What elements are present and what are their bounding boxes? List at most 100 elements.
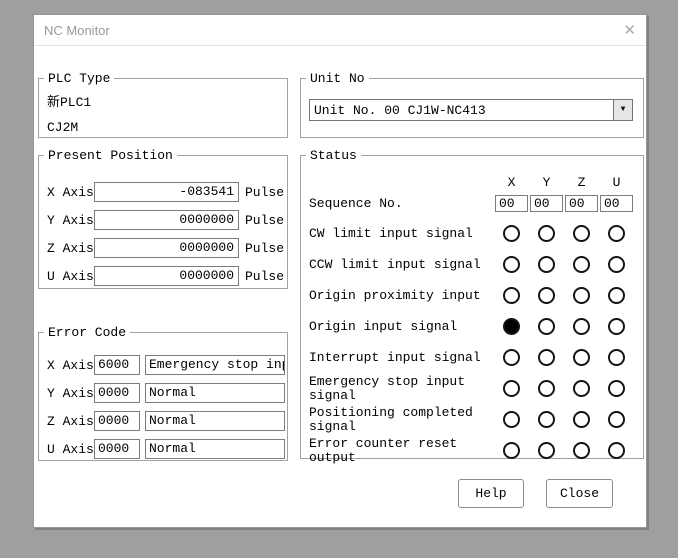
present-position-group: Present Position X Axis -083541 Pulse Y … bbox=[38, 148, 288, 289]
sequence-value-field: 00 bbox=[530, 195, 563, 212]
status-dot bbox=[503, 442, 520, 459]
error-desc-field: Normal bbox=[145, 383, 285, 403]
status-dot bbox=[573, 256, 590, 273]
status-dot bbox=[573, 442, 590, 459]
error-code-field: 0000 bbox=[94, 411, 140, 431]
status-signal-row: Emergency stop input signal bbox=[309, 373, 643, 404]
dropdown-button[interactable]: ▼ bbox=[613, 100, 632, 120]
axis-label: U Axis bbox=[47, 269, 94, 284]
help-button[interactable]: Help bbox=[458, 479, 524, 508]
error-desc-field: Normal bbox=[145, 411, 285, 431]
status-dot bbox=[503, 318, 520, 335]
position-value-field: 0000000 bbox=[94, 210, 239, 230]
error-desc-field: Normal bbox=[145, 439, 285, 459]
status-signal-row: Interrupt input signal bbox=[309, 342, 643, 373]
error-code-field: 6000 bbox=[94, 355, 140, 375]
sequence-row: Sequence No. 00 00 00 00 bbox=[309, 193, 643, 213]
unit-label: Pulse bbox=[245, 185, 284, 200]
error-row-u: U Axis 0000 Normal bbox=[47, 439, 287, 459]
status-dot bbox=[538, 349, 555, 366]
plc-model: CJ2M bbox=[47, 115, 287, 140]
position-value-field: 0000000 bbox=[94, 266, 239, 286]
status-dot bbox=[503, 225, 520, 242]
error-code-legend: Error Code bbox=[44, 325, 130, 340]
status-dot bbox=[503, 287, 520, 304]
plc-name: 新PLC1 bbox=[47, 90, 287, 115]
window-title: NC Monitor bbox=[44, 23, 110, 38]
unit-no-legend: Unit No bbox=[306, 71, 369, 86]
sequence-value-field: 00 bbox=[565, 195, 598, 212]
status-dot bbox=[608, 380, 625, 397]
column-header-x: X bbox=[494, 175, 529, 189]
status-dot bbox=[573, 411, 590, 428]
status-group: Status X Y Z U Sequence No. 00 00 00 00 … bbox=[300, 148, 644, 459]
status-dot bbox=[538, 411, 555, 428]
unit-label: Pulse bbox=[245, 269, 284, 284]
nc-monitor-dialog: NC Monitor ✕ PLC Type 新PLC1 CJ2M Unit No… bbox=[33, 14, 647, 528]
unit-select[interactable]: Unit No. 00 CJ1W-NC413 ▼ bbox=[309, 99, 633, 121]
status-dot bbox=[538, 318, 555, 335]
signal-label: Positioning completed signal bbox=[309, 406, 494, 434]
axis-label: Z Axis bbox=[47, 241, 94, 256]
plc-type-group: PLC Type 新PLC1 CJ2M bbox=[38, 71, 288, 138]
status-legend: Status bbox=[306, 148, 361, 163]
status-dot bbox=[608, 256, 625, 273]
status-dot bbox=[573, 225, 590, 242]
signal-label: Emergency stop input signal bbox=[309, 375, 494, 403]
sequence-label: Sequence No. bbox=[309, 196, 494, 211]
sequence-value-field: 00 bbox=[495, 195, 528, 212]
status-signal-row: Origin input signal bbox=[309, 311, 643, 342]
status-dot bbox=[608, 411, 625, 428]
signal-label: Origin proximity input bbox=[309, 289, 494, 303]
status-dot bbox=[503, 380, 520, 397]
error-code-group: Error Code X Axis 6000 Emergency stop in… bbox=[38, 325, 288, 461]
status-dot bbox=[573, 287, 590, 304]
plc-type-legend: PLC Type bbox=[44, 71, 114, 86]
close-button[interactable]: Close bbox=[546, 479, 613, 508]
status-dot bbox=[503, 411, 520, 428]
signal-label: CCW limit input signal bbox=[309, 258, 494, 272]
status-dot bbox=[573, 349, 590, 366]
status-dot bbox=[538, 380, 555, 397]
status-dot bbox=[538, 287, 555, 304]
axis-label: Y Axis bbox=[47, 386, 94, 401]
status-dot bbox=[503, 349, 520, 366]
status-dot bbox=[608, 287, 625, 304]
column-header-y: Y bbox=[529, 175, 564, 189]
signal-label: Origin input signal bbox=[309, 320, 494, 334]
position-row-z: Z Axis 0000000 Pulse bbox=[47, 238, 287, 258]
axis-label: Y Axis bbox=[47, 213, 94, 228]
signal-label: CW limit input signal bbox=[309, 227, 494, 241]
error-row-y: Y Axis 0000 Normal bbox=[47, 383, 287, 403]
sequence-value-field: 00 bbox=[600, 195, 633, 212]
column-header-u: U bbox=[599, 175, 634, 189]
unit-label: Pulse bbox=[245, 213, 284, 228]
axis-label: U Axis bbox=[47, 442, 94, 457]
status-dot bbox=[573, 380, 590, 397]
status-signal-row: Error counter reset output bbox=[309, 435, 643, 466]
status-dot bbox=[503, 256, 520, 273]
position-value-field: 0000000 bbox=[94, 238, 239, 258]
position-row-u: U Axis 0000000 Pulse bbox=[47, 266, 287, 286]
present-position-legend: Present Position bbox=[44, 148, 177, 163]
unit-label: Pulse bbox=[245, 241, 284, 256]
status-signal-row: CW limit input signal bbox=[309, 218, 643, 249]
status-signal-row: Origin proximity input bbox=[309, 280, 643, 311]
signal-label: Error counter reset output bbox=[309, 437, 494, 465]
error-code-field: 0000 bbox=[94, 383, 140, 403]
status-dot bbox=[538, 256, 555, 273]
unit-no-group: Unit No Unit No. 00 CJ1W-NC413 ▼ bbox=[300, 71, 644, 138]
position-row-x: X Axis -083541 Pulse bbox=[47, 182, 287, 202]
unit-select-value: Unit No. 00 CJ1W-NC413 bbox=[310, 100, 613, 120]
close-icon[interactable]: ✕ bbox=[623, 21, 636, 39]
column-header-z: Z bbox=[564, 175, 599, 189]
status-signal-row: Positioning completed signal bbox=[309, 404, 643, 435]
status-dot bbox=[608, 442, 625, 459]
axis-label: Z Axis bbox=[47, 414, 94, 429]
status-dot bbox=[573, 318, 590, 335]
axis-label: X Axis bbox=[47, 358, 94, 373]
status-signal-row: CCW limit input signal bbox=[309, 249, 643, 280]
error-desc-field: Emergency stop inpu bbox=[145, 355, 285, 375]
signal-label: Interrupt input signal bbox=[309, 351, 494, 365]
position-row-y: Y Axis 0000000 Pulse bbox=[47, 210, 287, 230]
